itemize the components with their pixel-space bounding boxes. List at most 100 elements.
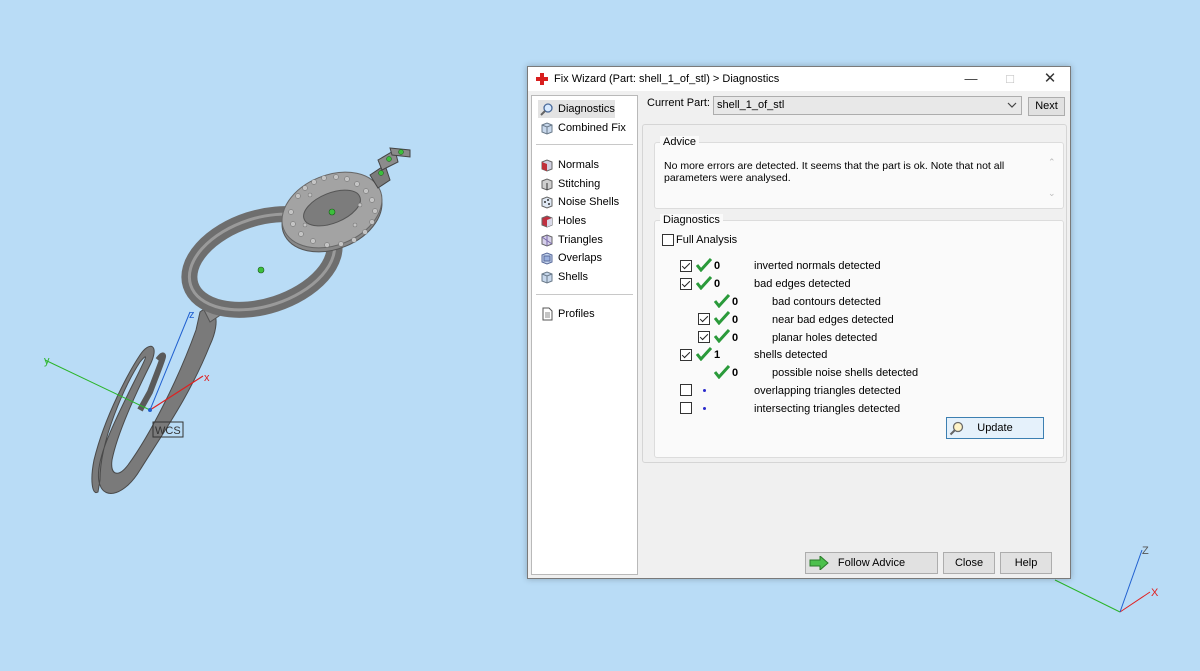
row-label: shells detected [754,349,828,361]
row-count: 0 [732,367,739,379]
nav-label: Stitching [558,178,601,190]
advice-group: Advice No more errors are detected. It s… [654,136,1064,209]
row-checkbox-overlapping-triangles[interactable] [680,384,692,396]
dialog-title: Fix Wizard (Part: shell_1_of_stl) > Diag… [554,73,780,85]
noise-shells-icon [541,196,553,209]
magnifier-icon [540,103,553,116]
nav-label: Noise Shells [558,196,620,208]
close-window-button[interactable]: ✕ [1030,67,1070,91]
cube-icon [541,122,553,135]
current-part-select[interactable]: shell_1_of_stl [713,96,1022,115]
document-icon [542,307,553,321]
row-count: 0 [714,260,721,272]
stitching-icon [541,178,553,191]
nav-item-noise-shells[interactable]: Noise Shells [538,193,619,211]
nav-item-normals[interactable]: Normals [538,156,599,174]
small-parts[interactable] [369,147,411,189]
green-check-icon [696,276,712,290]
nav-label: Normals [558,159,599,171]
z-axis-label: z [189,309,195,321]
triangles-icon [541,234,553,247]
row-checkbox-near-bad-edges[interactable] [698,313,710,325]
nav-item-diagnostics[interactable]: Diagnostics [538,100,615,118]
overlaps-icon [541,252,553,265]
magnifier-icon [949,421,964,436]
normals-cube-icon [541,159,553,172]
close-button[interactable]: Close [943,552,995,574]
not-run-indicator [703,407,706,410]
row-label: intersecting triangles detected [754,403,901,415]
full-analysis-label: Full Analysis [676,234,738,246]
row-label: bad contours detected [772,296,881,308]
nav-item-overlaps[interactable]: Overlaps [538,249,602,267]
not-run-indicator [703,389,706,392]
update-label: Update [977,422,1013,434]
y-axis-label: y [44,355,50,367]
nav-separator [536,144,633,145]
nav-item-combined-fix[interactable]: Combined Fix [538,119,626,137]
green-check-icon [714,294,730,308]
ring-shank-part[interactable] [91,299,223,494]
title-bar[interactable]: Fix Wizard (Part: shell_1_of_stl) > Diag… [528,67,1070,91]
row-label: overlapping triangles detected [754,385,901,397]
diagnostics-page: Advice No more errors are detected. It s… [642,124,1067,463]
fix-wizard-dialog: Fix Wizard (Part: shell_1_of_stl) > Diag… [527,66,1071,579]
nav-label: Diagnostics [558,103,615,115]
nav-label: Shells [558,271,588,283]
row-checkbox-bad-edges[interactable] [680,278,692,290]
diagnostics-title: Diagnostics [660,214,723,226]
advice-scrollbar[interactable]: ⌃ ⌄ [1046,156,1058,200]
row-label: inverted normals detected [754,260,881,272]
row-checkbox-inverted-normals[interactable] [680,260,692,272]
nav-item-shells[interactable]: Shells [538,268,588,286]
shells-icon [541,271,553,284]
follow-advice-button[interactable]: Follow Advice [805,552,938,574]
nav-item-stitching[interactable]: Stitching [538,175,600,193]
nav-label: Profiles [558,308,595,320]
holes-icon [541,215,553,228]
row-count: 0 [732,296,739,308]
full-analysis-checkbox[interactable] [662,234,674,246]
scroll-down-icon[interactable]: ⌄ [1048,189,1056,198]
nav-item-triangles[interactable]: Triangles [538,231,603,249]
current-part-value: shell_1_of_stl [717,99,785,111]
corner-z-label: Z [1142,545,1149,557]
row-label: planar holes detected [772,332,878,344]
advice-text: No more errors are detected. It seems th… [664,160,1005,184]
help-button[interactable]: Help [1000,552,1052,574]
nav-item-profiles[interactable]: Profiles [538,305,595,323]
nav-label: Holes [558,215,587,227]
green-check-icon [714,365,730,379]
diagnostics-group: Diagnostics Full Analysis 0 inverted nor… [654,214,1064,458]
current-part-label: Current Part: [647,97,710,109]
row-checkbox-intersecting-triangles[interactable] [680,402,692,414]
maximize-button[interactable]: □ [990,67,1030,91]
green-check-icon [714,329,730,343]
corner-x-label: X [1151,587,1159,599]
nav-separator [536,294,633,295]
advice-title: Advice [660,136,700,148]
row-count: 0 [714,278,721,290]
scroll-up-icon[interactable]: ⌃ [1048,158,1056,167]
row-label: near bad edges detected [772,314,894,326]
chevron-down-icon [1007,102,1017,108]
wcs-label: WCS [155,425,181,437]
minimize-button[interactable]: — [951,67,991,91]
update-button[interactable]: Update [946,417,1044,439]
next-button[interactable]: Next [1028,97,1065,116]
row-checkbox-shells[interactable] [680,349,692,361]
row-label: bad edges detected [754,278,851,290]
red-cross-icon [536,73,548,85]
green-check-icon [696,258,712,272]
green-check-icon [696,347,712,361]
row-count: 0 [732,332,739,344]
row-checkbox-planar-holes[interactable] [698,331,710,343]
wizard-navigation: Diagnostics Combined Fix Normals Stitchi… [531,95,638,575]
nav-item-holes[interactable]: Holes [538,212,586,230]
follow-advice-label: Follow Advice [837,557,906,569]
nav-label: Triangles [558,234,603,246]
nav-label: Combined Fix [558,122,626,134]
nav-label: Overlaps [558,252,603,264]
row-count: 0 [732,314,739,326]
row-count: 1 [714,349,721,361]
